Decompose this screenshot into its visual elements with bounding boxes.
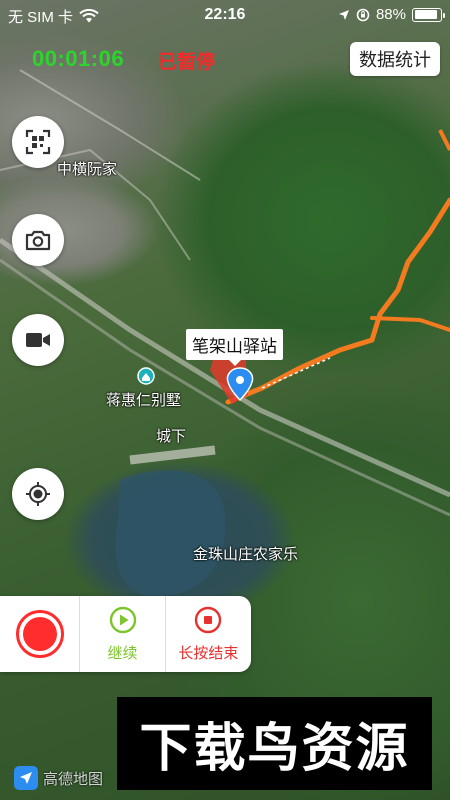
continue-button[interactable]: 继续 <box>80 596 164 672</box>
scan-icon <box>25 129 51 155</box>
status-bar: 无 SIM 卡 22:16 88% <box>0 0 450 30</box>
camera-button[interactable] <box>12 214 64 266</box>
data-statistics-button[interactable]: 数据统计 <box>350 42 440 76</box>
station-callout[interactable]: 笔架山驿站 <box>186 329 283 366</box>
amap-logo-icon <box>14 766 38 790</box>
video-icon <box>26 333 50 347</box>
end-button[interactable]: 长按结束 <box>166 596 251 672</box>
map-label-jianghui-villa[interactable]: 蒋惠仁别墅 <box>106 389 181 410</box>
locate-icon <box>26 482 50 506</box>
end-label: 长按结束 <box>178 643 239 662</box>
villa-poi-icon <box>137 367 155 385</box>
continue-label: 继续 <box>107 643 138 662</box>
video-button[interactable] <box>12 314 64 366</box>
elapsed-timer: 00:01:06 <box>32 46 125 71</box>
map-provider-name: 高德地图 <box>43 769 104 788</box>
map-provider-logo: 高德地图 <box>14 766 103 790</box>
battery-icon <box>412 7 445 22</box>
watermark-banner: 下载鸟资源 <box>117 697 432 790</box>
route-path <box>225 197 450 405</box>
map-label-zhongheng: 中横阮家 <box>57 160 118 178</box>
map-overlay <box>0 69 450 597</box>
map-view[interactable]: 中横阮家 蒋惠仁别墅 城下 金珠山庄农家乐 笔架山驿站 <box>0 0 450 800</box>
camera-icon <box>25 230 51 251</box>
location-arrow-icon <box>338 9 349 20</box>
scan-button[interactable] <box>12 116 64 168</box>
stop-icon <box>195 606 222 633</box>
play-icon <box>109 606 136 633</box>
recording-state: 已暂停 <box>158 51 216 73</box>
map-label-jinzhu-farmhouse: 金珠山庄农家乐 <box>193 545 299 563</box>
orientation-lock-icon <box>356 8 370 21</box>
record-button[interactable] <box>15 610 64 658</box>
control-panel: 继续 长按结束 <box>0 596 251 672</box>
map-label-chengxia: 城下 <box>156 427 187 445</box>
lake-shape <box>115 470 226 597</box>
record-dot <box>22 617 57 651</box>
battery-percent: 88% <box>375 6 406 23</box>
locate-button[interactable] <box>12 468 64 520</box>
